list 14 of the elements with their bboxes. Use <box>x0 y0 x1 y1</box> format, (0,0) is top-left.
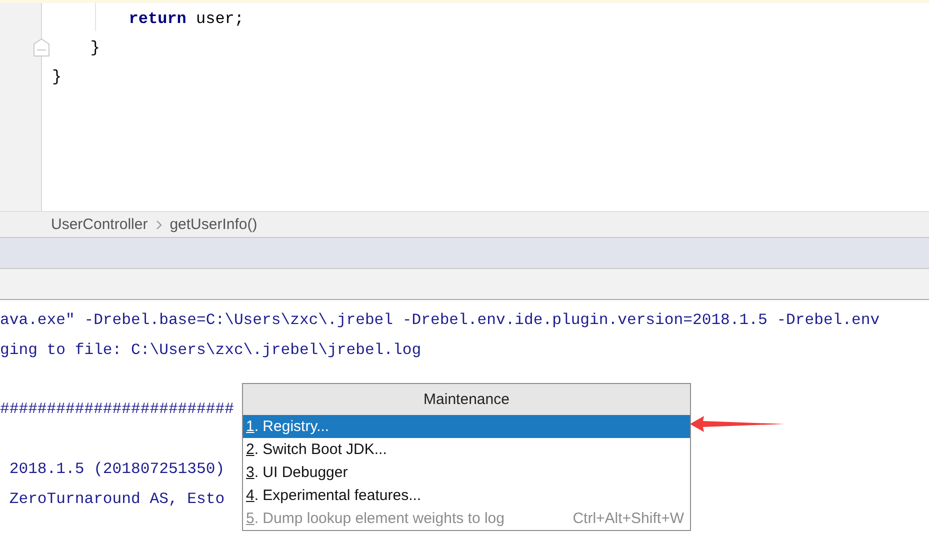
breadcrumb-item[interactable]: UserController <box>51 216 148 233</box>
code-line: } <box>90 38 101 59</box>
menu-item[interactable]: 1. Registry... <box>243 415 690 438</box>
breadcrumb-item[interactable]: getUserInfo() <box>170 216 258 233</box>
console-line: ging to file: C:\Users\zxc\.jrebel\jrebel.log <box>0 340 422 361</box>
console-line: ZeroTurnaround AS, Esto <box>8 488 225 510</box>
console-line: ######################### <box>0 399 234 420</box>
console-line: ava.exe″ -Drebel.base=C:\Users\zxc\.jrebel -Drebel.env.ide.plugin.version=2018.1.5 -Drebel.env <box>0 310 880 331</box>
chevron-icon <box>156 220 162 230</box>
code-line: } <box>52 67 63 88</box>
code-line: return user; <box>128 9 245 30</box>
console-line: 2018.1.5 (201807251350) <box>8 458 225 480</box>
popup-title: Maintenance <box>243 384 690 415</box>
fold-icon[interactable] <box>33 38 50 57</box>
